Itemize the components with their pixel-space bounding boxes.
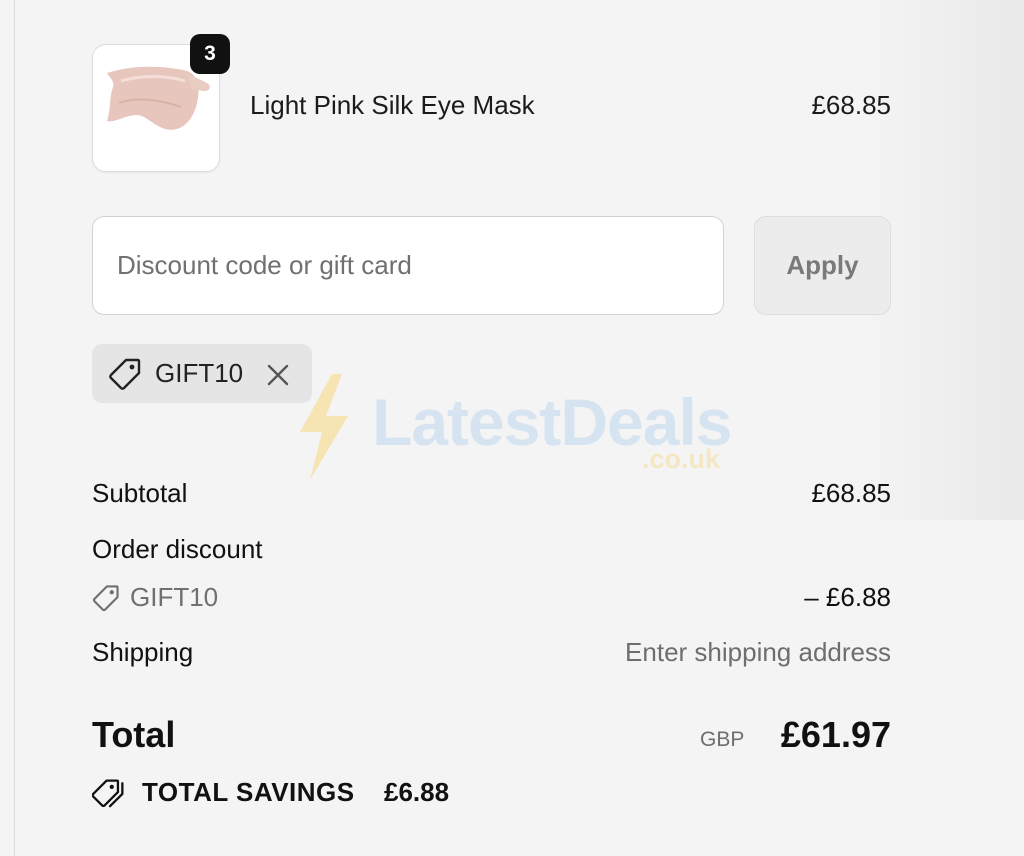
savings-tag-icon [92,779,124,808]
order-discount-label: Order discount [92,534,263,564]
shipping-label: Shipping [92,637,194,667]
apply-button[interactable]: Apply [754,216,891,315]
eye-mask-thumbnail-icon [107,66,210,130]
order-discount-value: – £6.88 [804,582,891,612]
watermark-domain: .co.uk [642,444,721,474]
applied-discount-code: GIFT10 [155,358,244,388]
total-label: Total [92,714,176,755]
discount-code-input[interactable] [92,216,724,315]
quantity-badge: 3 [190,34,230,74]
currency-code: GBP [700,728,745,751]
remove-discount-icon[interactable] [262,359,294,391]
subtotal-label: Subtotal [92,478,188,508]
lightning-bolt-icon [300,374,348,480]
tag-icon [109,358,141,390]
product-price: £68.85 [811,90,891,120]
watermark: LatestDeals .co.uk [292,368,742,480]
product-name: Light Pink Silk Eye Mask [250,90,535,120]
order-discount-code-label: GIFT10 [130,582,219,612]
total-value: £61.97 [780,714,891,755]
tag-icon [92,585,119,612]
total-savings-value: £6.88 [384,777,450,807]
shipping-value: Enter shipping address [625,637,891,667]
panel-border [14,0,15,856]
subtotal-value: £68.85 [811,478,891,508]
total-savings-label: TOTAL SAVINGS [142,777,355,807]
